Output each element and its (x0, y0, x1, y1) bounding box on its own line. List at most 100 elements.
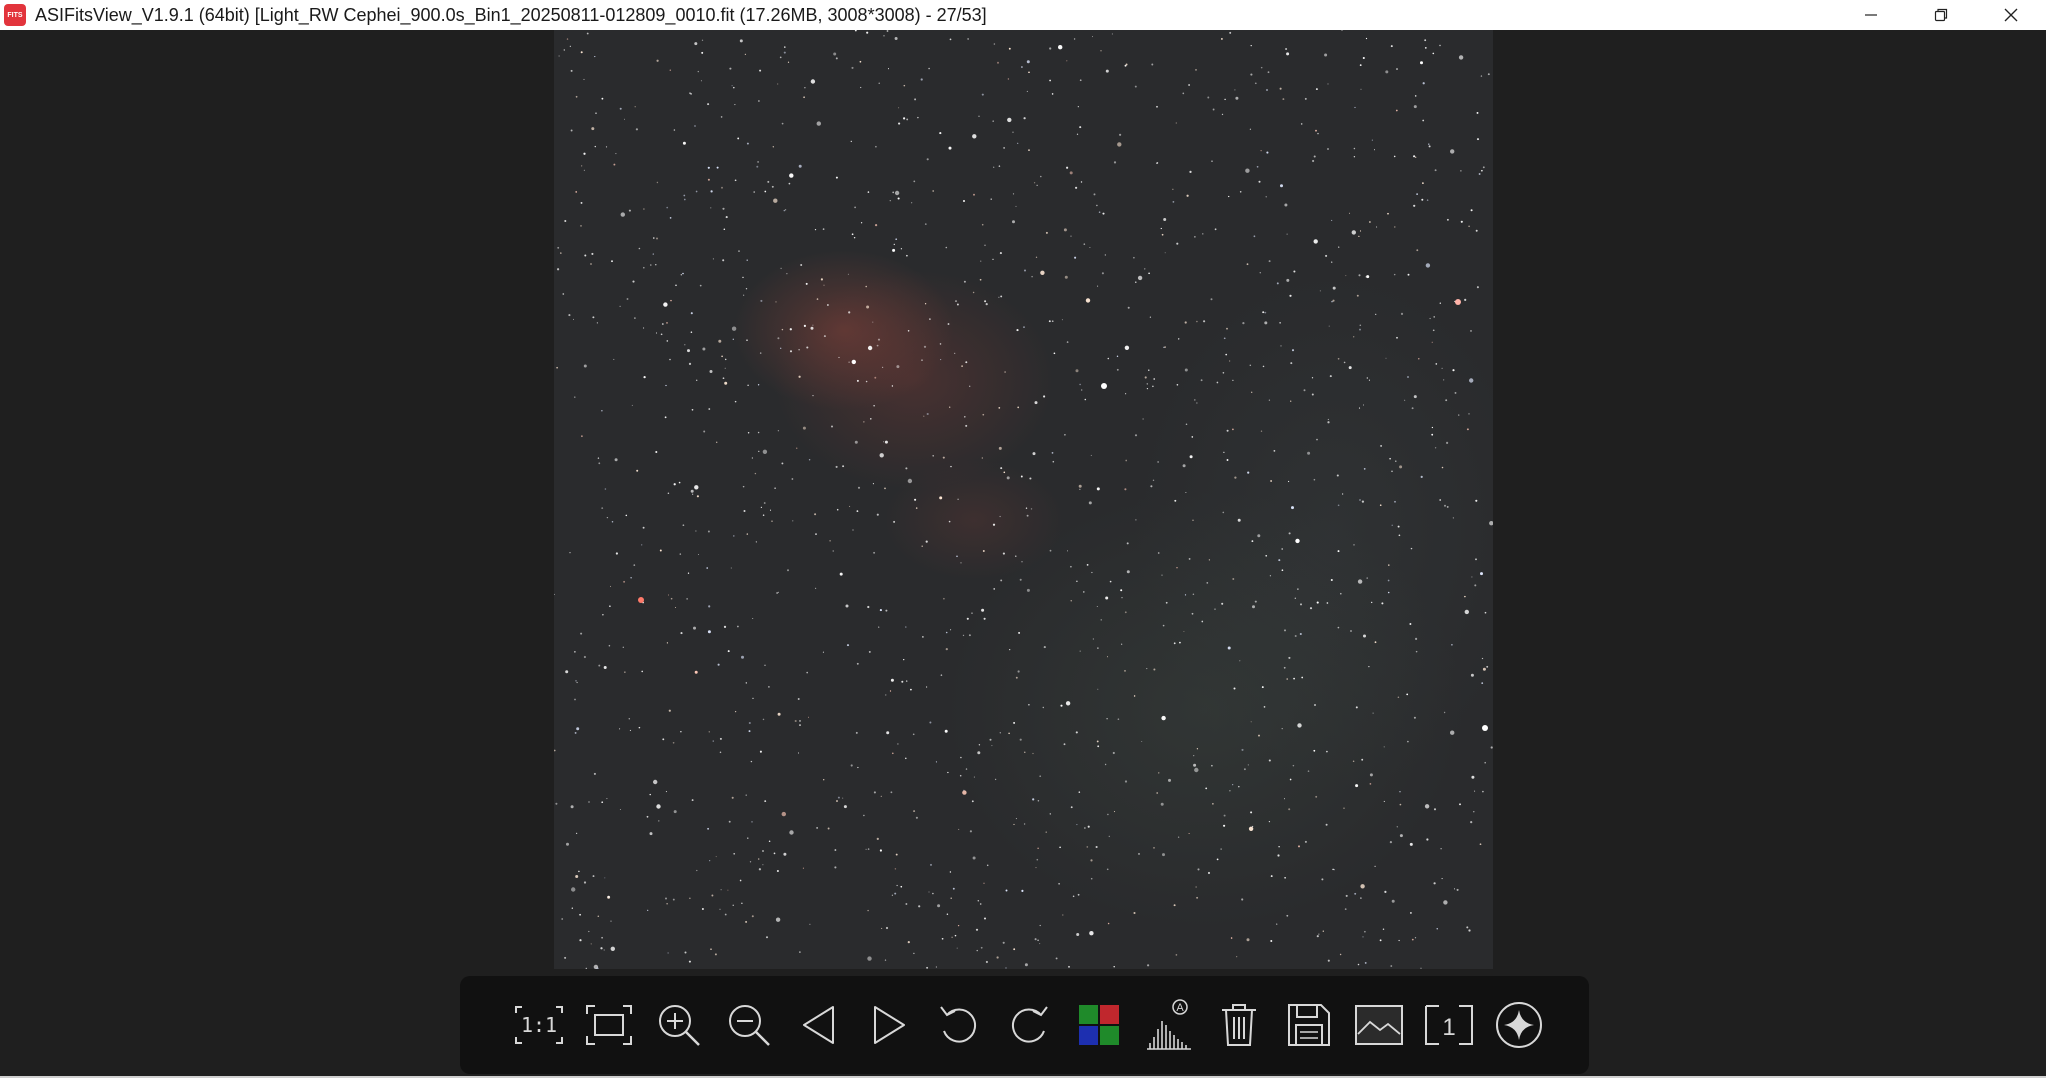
star (886, 731, 890, 735)
star (1191, 436, 1194, 438)
rotate-right-button[interactable] (994, 990, 1064, 1060)
star (1429, 317, 1431, 320)
star (1126, 570, 1130, 574)
star (952, 887, 955, 890)
next-image-button[interactable] (854, 990, 924, 1060)
star (1039, 943, 1041, 945)
star (1157, 461, 1159, 463)
star (568, 314, 571, 317)
star (743, 509, 746, 513)
fit-window-button[interactable] (574, 990, 644, 1060)
star (667, 952, 669, 954)
star (1090, 877, 1093, 880)
star (1168, 778, 1171, 782)
star (1327, 148, 1329, 150)
star (666, 642, 669, 644)
star (1368, 665, 1370, 668)
star (1083, 243, 1086, 245)
debayer-button[interactable] (1064, 990, 1134, 1060)
star (1379, 504, 1382, 507)
star (777, 712, 781, 716)
star (963, 280, 966, 283)
star (1188, 557, 1191, 560)
rotate-left-button[interactable] (924, 990, 994, 1060)
star (905, 467, 908, 470)
star (1256, 165, 1259, 168)
star (682, 524, 685, 527)
delete-button[interactable] (1204, 990, 1274, 1060)
star (1362, 404, 1365, 406)
star (985, 960, 988, 964)
star (1232, 428, 1234, 431)
star (1024, 269, 1026, 272)
star (603, 949, 605, 951)
star (1289, 294, 1292, 297)
star (996, 956, 999, 959)
single-view-button[interactable]: 1 (1414, 990, 1484, 1060)
star (946, 913, 949, 915)
star (1079, 383, 1081, 386)
star (751, 457, 754, 459)
close-button[interactable] (1976, 0, 2046, 30)
star (787, 61, 790, 63)
star (1086, 846, 1089, 848)
star (596, 322, 599, 324)
image-viewport[interactable]: 1:1 A 1 (0, 30, 2046, 1076)
star (1406, 375, 1410, 379)
previous-image-button[interactable] (784, 990, 854, 1060)
star (1048, 320, 1051, 323)
star (752, 617, 754, 620)
star (1458, 414, 1460, 416)
star (894, 190, 900, 196)
star (583, 881, 587, 884)
star (866, 305, 870, 309)
star (1421, 198, 1424, 201)
star (610, 946, 615, 951)
star (1359, 64, 1362, 66)
star (1432, 329, 1435, 332)
star (741, 655, 744, 659)
star (1369, 221, 1371, 223)
star (1020, 66, 1023, 68)
star (823, 284, 825, 286)
star-button[interactable] (1484, 990, 1554, 1060)
star (1470, 329, 1472, 332)
star (1079, 650, 1081, 652)
zoom-in-button[interactable] (644, 990, 714, 1060)
star (1087, 825, 1090, 828)
star (877, 338, 881, 341)
save-button[interactable] (1274, 990, 1344, 1060)
star (1391, 524, 1393, 526)
star (600, 947, 603, 950)
star (1026, 60, 1030, 64)
star (1288, 656, 1291, 659)
zoom-out-button[interactable] (714, 990, 784, 1060)
star (1354, 892, 1357, 895)
thumbnail-button[interactable] (1344, 990, 1414, 1060)
auto-stretch-button[interactable]: A (1134, 990, 1204, 1060)
star (688, 362, 692, 366)
star (1489, 521, 1493, 526)
star (1207, 96, 1210, 99)
star (973, 776, 975, 778)
star (721, 186, 723, 189)
star (784, 46, 786, 48)
star (721, 355, 723, 358)
star (1358, 235, 1360, 237)
star (1214, 228, 1217, 231)
star (1260, 150, 1262, 152)
minimize-button[interactable] (1836, 0, 1906, 30)
star (1146, 383, 1149, 385)
star (928, 891, 930, 893)
star (604, 488, 607, 490)
star (615, 552, 619, 555)
star (1223, 814, 1226, 817)
star (569, 552, 571, 554)
astro-image[interactable] (554, 30, 1493, 969)
star (1481, 169, 1483, 172)
restore-button[interactable] (1906, 0, 1976, 30)
actual-size-button[interactable]: 1:1 (504, 990, 574, 1060)
star (786, 273, 788, 275)
star (1175, 954, 1178, 956)
star (1017, 670, 1020, 673)
